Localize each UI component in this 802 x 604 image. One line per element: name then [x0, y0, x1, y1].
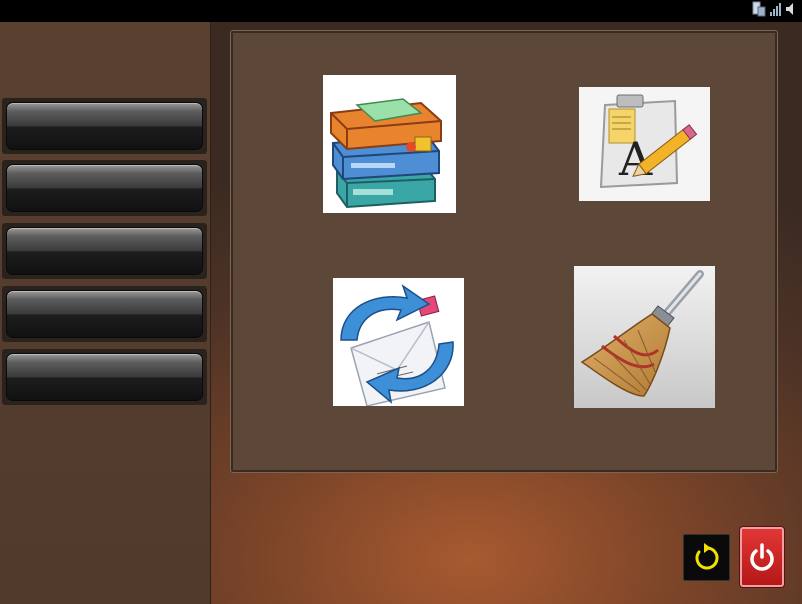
power-icon [750, 543, 774, 571]
signal-strength-icon[interactable] [770, 2, 782, 21]
power-button[interactable] [740, 527, 784, 587]
mail-sync-icon [340, 284, 454, 406]
font-edit-icon: A [579, 87, 710, 201]
refresh-button[interactable] [683, 534, 730, 581]
sidebar-button-1[interactable] [2, 98, 207, 154]
main-panel: A [230, 30, 778, 473]
sidebar [0, 22, 211, 604]
broom-tile[interactable] [574, 266, 715, 408]
sidebar-button-2-label [6, 164, 203, 212]
sidebar-button-5[interactable] [2, 349, 207, 405]
font-edit-tile[interactable]: A [579, 87, 710, 201]
books-icon [330, 98, 442, 209]
system-tray [752, 1, 796, 22]
sidebar-button-1-label [6, 102, 203, 150]
broom-icon [574, 266, 715, 408]
system-top-bar [0, 0, 802, 22]
sidebar-button-3[interactable] [2, 223, 207, 279]
mail-sync-tile[interactable] [333, 278, 464, 406]
sidebar-button-2[interactable] [2, 160, 207, 216]
sidebar-button-4-label [6, 290, 203, 338]
sidebar-button-5-label [6, 353, 203, 401]
sidebar-button-3-label [6, 227, 203, 275]
refresh-icon [695, 542, 718, 569]
books-tile[interactable] [323, 75, 456, 213]
sidebar-button-4[interactable] [2, 286, 207, 342]
volume-icon[interactable] [786, 2, 796, 21]
network-icon[interactable] [752, 1, 766, 22]
